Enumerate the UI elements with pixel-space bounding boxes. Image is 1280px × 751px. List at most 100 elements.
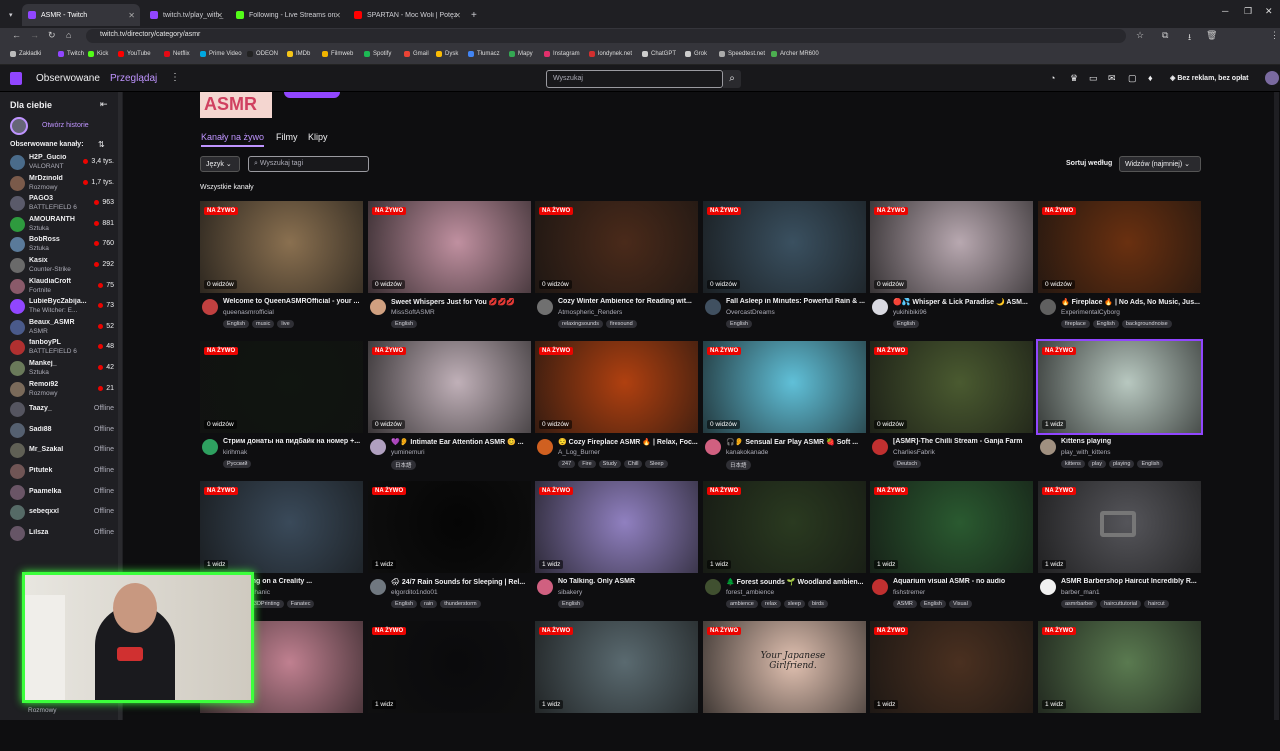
stream-tag[interactable]: Study [598,460,621,468]
more-icon[interactable]: ⋮ [170,72,180,83]
bookmark-item[interactable]: Gmail [404,51,429,57]
stream-tag[interactable]: English [223,320,250,328]
stream-tag[interactable]: backgroundnoise [1121,320,1172,328]
sidebar-channel-item[interactable]: Pitutek Offline [8,461,120,483]
bookmark-item[interactable]: londynek.net [589,51,632,57]
inbox-icon[interactable]: ▭ [1089,73,1098,84]
bookmark-item[interactable]: Archer MR600 [771,51,819,57]
stream-thumbnail[interactable]: NA ŻYWO 1 widz [1038,621,1201,713]
stream-thumbnail[interactable]: NA ŻYWO 0 widzów [200,341,363,433]
turbo-button[interactable]: ◈ Bez reklam, bez opłat [1166,71,1260,87]
language-dropdown[interactable]: Język ⌄ [200,156,240,172]
channel-avatar[interactable] [202,299,218,315]
channel-avatar[interactable] [370,579,386,595]
channel-name[interactable]: forest_ambience [726,589,866,596]
home-icon[interactable]: ⌂ [66,30,71,40]
stream-thumbnail[interactable]: NA ŻYWO 0 widzów [368,341,531,433]
sidebar-channel-item[interactable]: Sadi88 Offline [8,420,120,442]
stream-tag[interactable]: asmrbarber [1061,600,1098,608]
sidebar-channel-item[interactable]: BobRoss Sztuka 760 [8,234,120,256]
channel-avatar[interactable] [872,579,888,595]
tab-live-channels[interactable]: Kanały na żywo [201,132,265,147]
stream-tag[interactable]: kittens [1061,460,1085,468]
channel-name[interactable]: A_Log_Burner [558,449,698,456]
stream-tag[interactable]: English [726,320,753,328]
sidebar-channel-item[interactable]: fanboyPL BATTLEFIELD 6 48 [8,337,120,359]
sidebar-channel-item[interactable]: AMOURANTH Sztuka 881 [8,214,120,236]
stream-title[interactable]: 🔴💦 Whisper & Lick Paradise 🌙 ASM... [893,298,1033,306]
stream-card[interactable]: NA ŻYWO 0 widzów 💜👂 Intimate Ear Attention… [368,341,531,471]
channel-avatar[interactable] [537,579,553,595]
sidebar-channel-item[interactable]: PAGO3 BATTLEFIELD 6 963 [8,193,120,215]
stream-card[interactable]: NA ŻYWO 1 widz 🌧 24/7 Rain Sounds for Slee… [368,481,531,611]
channel-name[interactable]: yuminemuri [391,449,531,456]
mail-icon[interactable]: ✉ [1108,73,1116,84]
new-tab-button[interactable]: + [468,4,482,26]
channel-name[interactable]: kanakokanade [726,449,866,456]
stories-avatar[interactable] [10,117,28,135]
stream-tag[interactable]: relax [760,600,781,608]
stream-card[interactable]: NA ŻYWO 0 widzów Стрим донаты на пидбайк н… [200,341,363,471]
stream-tag[interactable]: Visual [948,600,972,608]
bookmark-star-icon[interactable]: ☆ [1136,30,1144,41]
sidebar-channel-item[interactable]: Paamelka Offline [8,482,120,504]
stream-thumbnail[interactable]: NA ŻYWO 1 widz [535,621,698,713]
channel-avatar[interactable] [705,579,721,595]
stream-title[interactable]: 🔥 Fireplace 🔥 | No Ads, No Music, Jus... [1061,298,1201,306]
page-scrollbar[interactable] [1274,92,1279,720]
stream-thumbnail[interactable]: NA ŻYWO 0 widzów [703,341,866,433]
bookmark-item[interactable]: YouTube [118,51,151,57]
stream-tag[interactable]: ambience [726,600,758,608]
channel-name[interactable]: barber_man1 [1061,589,1201,596]
stream-thumbnail[interactable]: NA ŻYWO 1 widz [1036,339,1203,435]
bookmark-item[interactable]: Filmweb [322,51,353,57]
stream-title[interactable]: Welcome to QueenASMROfficial - your ... [223,298,363,305]
stream-title[interactable]: 😌 Cozy Fireplace ASMR 🔥 | Relax, Foc... [558,438,698,446]
browse-link[interactable]: Przeglądaj [110,73,157,84]
stream-thumbnail[interactable]: NA ŻYWO 0 widzów [535,201,698,293]
stream-card[interactable]: NA ŻYWO 1 widz [1038,621,1201,751]
stream-tag[interactable]: ASMR [893,600,917,608]
stream-title[interactable]: [ASMR]-The Chilli Stream - Ganja Farm [893,438,1033,445]
browser-tab-2[interactable]: Following - Live Streams on Kick ✕ [230,4,346,26]
close-tab-icon[interactable]: ✕ [334,11,341,20]
tab-videos[interactable]: Filmy [276,132,298,142]
stream-thumbnail[interactable]: NA ŻYWO 0 widzów [870,341,1033,433]
channel-name[interactable]: play_with_kittens [1061,449,1201,456]
stream-card[interactable]: NA ŻYWO 0 widzów 🎧👂 Sensual Ear Play ASMR … [703,341,866,471]
maximize-icon[interactable]: ❐ [1244,6,1252,17]
stream-card[interactable]: NA ŻYWO 0 widzów 😌 Cozy Fireplace ASMR 🔥 |… [535,341,698,471]
stream-tag[interactable]: playing [1109,460,1135,468]
stream-title[interactable]: 🌧 24/7 Rain Sounds for Sleeping | Rel... [391,578,531,586]
close-tab-icon[interactable]: ✕ [454,11,461,20]
stream-tag[interactable]: Deutsch [893,460,922,468]
tag-search-input[interactable]: ⌕ Wyszukaj tagi [248,156,369,172]
sidebar-channel-item[interactable]: KlaudiaCroft Fortnite 75 [8,276,120,298]
channel-avatar[interactable] [872,439,888,455]
channel-name[interactable]: Atmospheric_Renders [558,309,698,316]
stream-tag[interactable]: English [1137,460,1164,468]
stream-thumbnail[interactable]: NA ŻYWO 1 widz [1038,481,1201,573]
stream-tag[interactable]: English [893,320,920,328]
sort-icon[interactable]: ⇅ [98,140,105,149]
forward-icon[interactable]: → [30,30,39,40]
sidebar-channel-item[interactable]: Beaux_ASMR ASMR 52 [8,317,120,339]
minimize-icon[interactable]: ─ [1222,6,1228,16]
channel-name[interactable]: CharliesFabrik [893,449,1033,456]
sidebar-channel-item[interactable]: LubieBycZabija... The Witcher: E... 73 [8,296,120,318]
stream-tag[interactable]: English [558,600,585,608]
channel-avatar[interactable] [872,299,888,315]
tab-clips[interactable]: Klipy [308,132,328,142]
stream-thumbnail[interactable]: NA ŻYWO 1 widz [368,621,531,713]
stream-tag[interactable]: fireplace [1061,320,1090,328]
channel-name[interactable]: queenasmrofficial [223,309,363,316]
channel-avatar[interactable] [1040,299,1056,315]
bookmark-item[interactable]: Twitch [58,51,84,57]
stream-tag[interactable]: sleep [783,600,805,608]
channel-avatar[interactable] [1040,439,1056,455]
channel-name[interactable]: yukihibiki96 [893,309,1033,316]
stream-card[interactable]: NA ŻYWO 0 widzów 🔥 Fireplace 🔥 | No Ads, N… [1038,201,1201,331]
bookmark-item[interactable]: Zakładki [10,51,41,57]
stream-tag[interactable]: Fanatec [286,600,315,608]
sidebar-channel-item[interactable]: sebeqxxl Offline [8,502,120,524]
